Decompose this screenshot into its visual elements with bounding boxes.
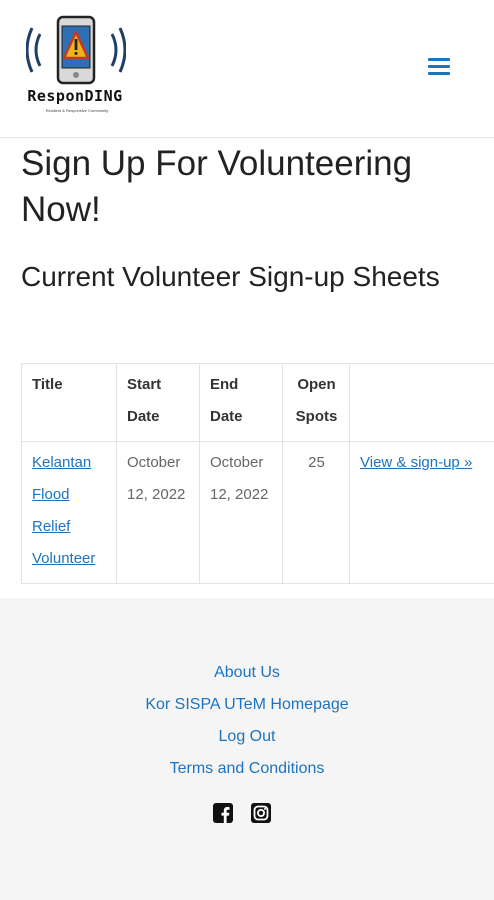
cell-title: Kelantan Flood Relief Volunteer [21, 441, 117, 584]
column-header-title: Title [21, 363, 117, 442]
table-header-row: Title Start Date End Date Open Spots [21, 363, 494, 442]
cell-end-date: October 12, 2022 [199, 441, 283, 584]
facebook-icon[interactable] [212, 802, 234, 824]
signup-sheets-table: Title Start Date End Date Open Spots Kel… [21, 363, 494, 584]
site-footer: About Us Kor SISPA UTeM Homepage Log Out… [0, 598, 494, 900]
footer-nav: About Us Kor SISPA UTeM Homepage Log Out… [0, 657, 494, 785]
column-header-action [349, 363, 494, 442]
table-row: Kelantan Flood Relief Volunteer October … [21, 441, 494, 584]
logo-tagline: Resilient & Responsive Community [45, 108, 109, 113]
logo-wordmark: ResponDING [27, 87, 123, 105]
footer-link-kor-sispa-homepage[interactable]: Kor SISPA UTeM Homepage [0, 689, 494, 721]
column-header-start-date: Start Date [116, 363, 200, 442]
cell-start-date: October 12, 2022 [116, 441, 200, 584]
footer-link-terms[interactable]: Terms and Conditions [0, 753, 494, 785]
page-title: Sign Up For Volunteering Now! [21, 144, 413, 229]
responding-logo-graphic [26, 15, 126, 85]
column-header-open-spots: Open Spots [282, 363, 350, 442]
instagram-icon[interactable] [250, 802, 272, 824]
hamburger-menu-icon[interactable] [424, 54, 454, 80]
sheet-title-link[interactable]: Kelantan Flood Relief Volunteer [32, 454, 95, 567]
cell-open-spots: 25 [282, 441, 350, 584]
footer-link-about-us[interactable]: About Us [0, 657, 494, 689]
cell-action: View & sign-up » [349, 441, 494, 584]
site-logo[interactable]: ResponDING Resilient & Responsive Commun… [20, 14, 132, 122]
view-signup-link[interactable]: View & sign-up » [360, 454, 472, 471]
site-header: ResponDING Resilient & Responsive Commun… [0, 0, 494, 138]
section-title: Current Volunteer Sign-up Sheets [21, 261, 440, 292]
column-header-end-date: End Date [199, 363, 283, 442]
footer-link-log-out[interactable]: Log Out [0, 721, 494, 753]
